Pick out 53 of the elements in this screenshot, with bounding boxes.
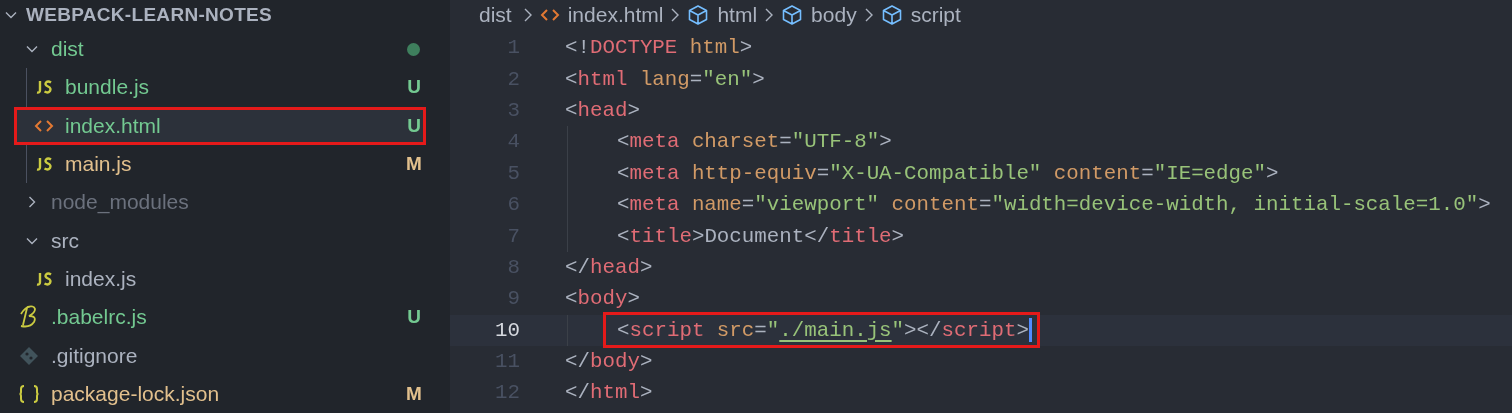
code-line: <title>Document</title> <box>617 224 905 248</box>
file-name: index.js <box>65 266 138 291</box>
folder-row[interactable]: src <box>0 221 450 260</box>
file-name: src <box>51 228 80 253</box>
git-status-letter: M <box>406 153 422 176</box>
file-name: .gitignore <box>51 343 139 368</box>
code-brackets-icon <box>34 118 54 133</box>
breadcrumb-item[interactable]: body <box>781 3 857 27</box>
file-name: package-lock.json <box>51 381 221 406</box>
code-line: <meta name="viewport" content="width=device-width, initial-scale=1.0"> <box>617 193 1491 217</box>
code-line: <!DOCTYPE html> <box>565 36 753 60</box>
file-row[interactable]: .gitignore <box>0 336 450 375</box>
code-line: <html lang="en"> <box>565 67 765 91</box>
code-line: </html> <box>565 381 653 405</box>
code-line: <meta http-equiv="X-UA-Compatible" content="IE=edge"> <box>617 161 1279 185</box>
code-line: <body> <box>565 287 640 311</box>
breadcrumb-item[interactable]: html <box>687 3 758 27</box>
file-name: bundle.js <box>65 75 151 100</box>
highlighted-file-row[interactable]: index.html U <box>14 106 426 145</box>
code-line: <meta charset="UTF-8"> <box>617 130 892 154</box>
js-file-icon <box>34 271 54 286</box>
file-name: dist <box>51 37 85 62</box>
file-row[interactable]: .babelrc.js U <box>0 298 450 337</box>
file-row[interactable]: package-lock.json M <box>0 374 450 413</box>
breadcrumb-item[interactable]: script <box>880 3 961 27</box>
folder-row[interactable]: dist <box>0 30 450 69</box>
js-file-icon <box>34 80 54 95</box>
git-status-letter: U <box>406 114 422 137</box>
cube-icon <box>687 4 710 26</box>
file-row[interactable]: index.js <box>0 259 450 299</box>
file-name: node_modules <box>51 190 190 215</box>
code-line: </head> <box>565 255 653 279</box>
file-name: .babelrc.js <box>51 305 148 330</box>
file-row[interactable]: main.js M <box>0 144 450 184</box>
explorer-title: WEBPACK-LEARN-NOTES <box>26 4 272 26</box>
git-diamond-icon <box>19 345 39 366</box>
breadcrumb-item[interactable]: index.html <box>539 3 664 27</box>
line-number: 10 <box>494 318 520 342</box>
file-name: index.html <box>65 113 162 138</box>
breadcrumb-item[interactable]: dist <box>479 3 512 27</box>
git-status-letter: U <box>406 76 422 99</box>
code-line: </body> <box>565 350 653 374</box>
cube-icon <box>781 4 804 26</box>
code-brackets-icon <box>539 8 560 22</box>
git-status-letter: M <box>406 382 422 405</box>
cube-icon <box>880 4 903 26</box>
git-status-letter: U <box>406 306 422 329</box>
file-name: main.js <box>65 152 133 177</box>
code-line: <head> <box>565 98 640 122</box>
js-file-icon <box>34 157 54 172</box>
text-cursor <box>1028 318 1032 343</box>
file-row[interactable]: bundle.js U <box>0 68 450 107</box>
json-braces-icon <box>18 383 40 404</box>
